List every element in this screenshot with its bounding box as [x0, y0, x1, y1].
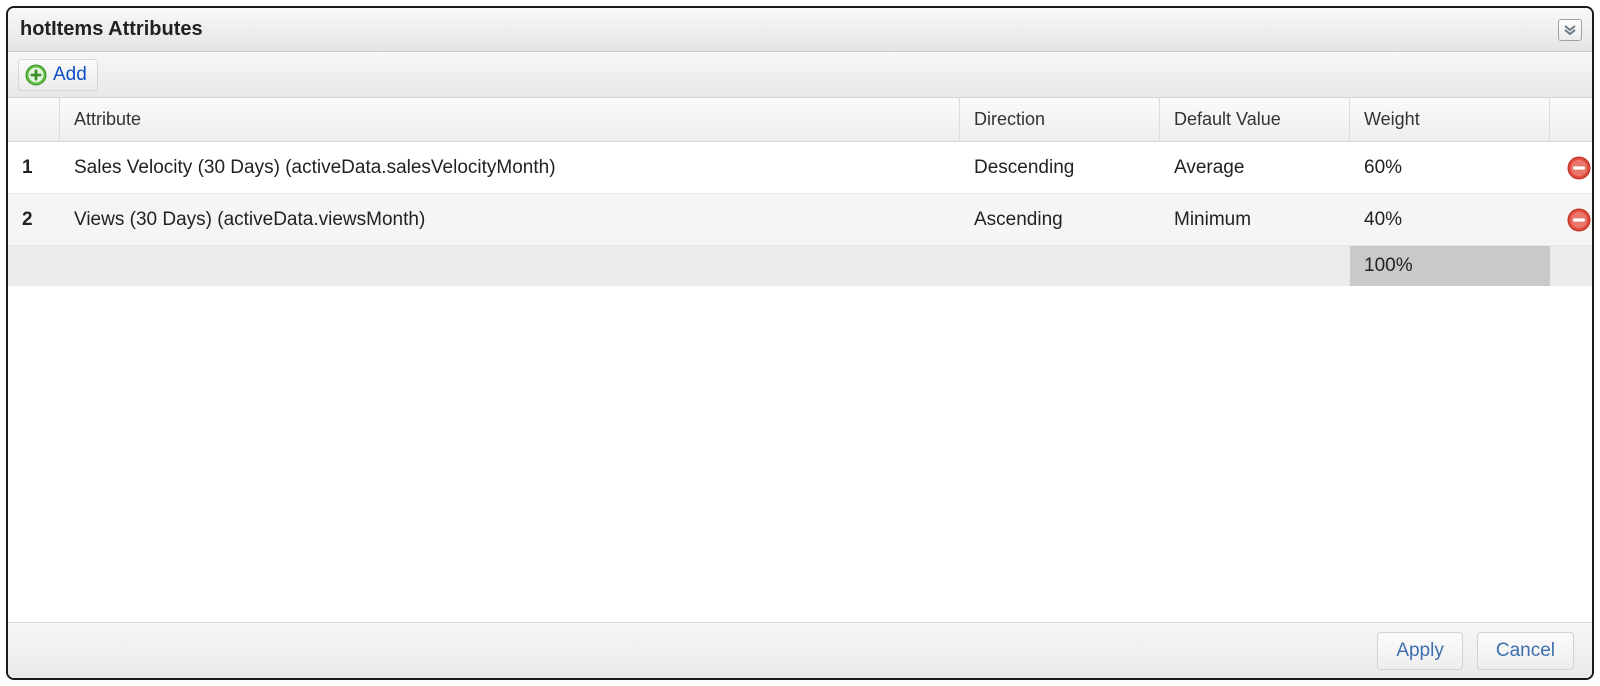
row-index: 2 — [8, 194, 60, 245]
row-weight: 60% — [1350, 142, 1550, 193]
grid-empty-area — [8, 286, 1592, 622]
remove-row-button[interactable] — [1567, 208, 1591, 232]
add-button[interactable]: Add — [18, 59, 98, 91]
attributes-grid: Attribute Direction Default Value Weight… — [8, 98, 1592, 622]
add-button-label: Add — [53, 64, 87, 86]
collapse-button[interactable] — [1558, 19, 1582, 41]
table-row[interactable]: 2 Views (30 Days) (activeData.viewsMonth… — [8, 194, 1592, 246]
row-index: 1 — [8, 142, 60, 193]
grid-footer-row: 100% — [8, 246, 1592, 286]
table-row[interactable]: 1 Sales Velocity (30 Days) (activeData.s… — [8, 142, 1592, 194]
grid-header-attribute[interactable]: Attribute — [60, 98, 960, 141]
grid-body: 1 Sales Velocity (30 Days) (activeData.s… — [8, 142, 1592, 246]
row-direction: Descending — [960, 142, 1160, 193]
toolbar: Add — [8, 52, 1592, 98]
grid-header-actions — [1550, 98, 1592, 141]
attributes-panel: hotItems Attributes Add — [6, 6, 1594, 680]
grid-header-weight[interactable]: Weight — [1350, 98, 1550, 141]
cancel-button[interactable]: Cancel — [1477, 632, 1574, 670]
add-icon — [25, 64, 47, 86]
row-attribute: Sales Velocity (30 Days) (activeData.sal… — [60, 142, 960, 193]
chevron-double-down-icon — [1563, 23, 1577, 37]
panel-titlebar: hotItems Attributes — [8, 8, 1592, 52]
grid-header-row: Attribute Direction Default Value Weight — [8, 98, 1592, 142]
apply-button[interactable]: Apply — [1377, 632, 1463, 670]
row-attribute: Views (30 Days) (activeData.viewsMonth) — [60, 194, 960, 245]
remove-row-button[interactable] — [1567, 156, 1591, 180]
total-weight: 100% — [1350, 246, 1550, 286]
panel-title: hotItems Attributes — [20, 18, 203, 41]
row-direction: Ascending — [960, 194, 1160, 245]
dialog-button-bar: Apply Cancel — [8, 622, 1592, 678]
grid-header-direction[interactable]: Direction — [960, 98, 1160, 141]
row-weight: 40% — [1350, 194, 1550, 245]
row-default-value: Average — [1160, 142, 1350, 193]
grid-header-index — [8, 98, 60, 141]
row-default-value: Minimum — [1160, 194, 1350, 245]
grid-header-default-value[interactable]: Default Value — [1160, 98, 1350, 141]
